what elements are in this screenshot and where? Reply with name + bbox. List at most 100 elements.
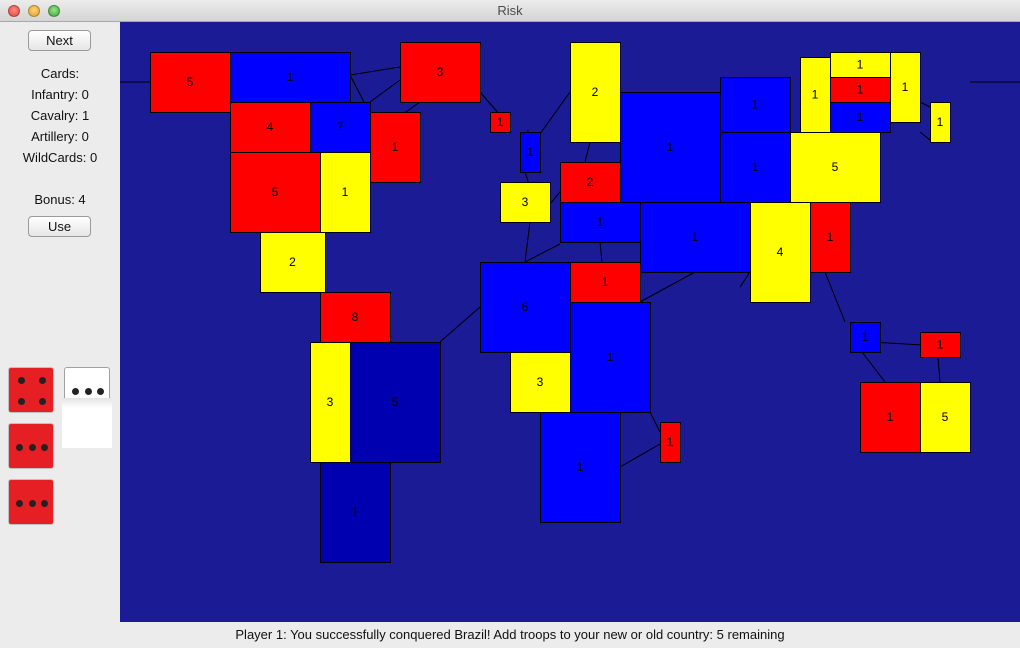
troop-count: 1 (857, 83, 864, 97)
connection-line (539, 91, 571, 135)
connection-line (479, 91, 501, 116)
troop-count: 4 (267, 120, 274, 134)
troop-count: 1 (497, 115, 504, 129)
troop-count: 1 (862, 330, 869, 344)
connection-line (439, 306, 481, 343)
troop-count: 3 (537, 375, 544, 389)
troop-count: 8 (352, 310, 359, 324)
territory-eastern-australia[interactable]: 5 (920, 382, 971, 453)
connection-line (639, 271, 696, 303)
troop-count: 1 (937, 338, 944, 352)
territory-great-britain[interactable]: 1 (520, 132, 541, 173)
cards-label: Cards: (40, 66, 80, 81)
die-pip (84, 387, 92, 395)
territory-alberta[interactable]: 4 (230, 102, 311, 153)
territory-greenland[interactable]: 3 (400, 42, 481, 103)
troop-count: 1 (607, 350, 614, 364)
connection-line (619, 443, 661, 468)
troop-count: 1 (352, 505, 359, 519)
troop-count: 1 (857, 110, 864, 124)
connection-line (349, 66, 401, 76)
troop-count: 1 (392, 140, 399, 154)
territory-scandinavia[interactable]: 2 (570, 42, 621, 143)
troop-count: 1 (342, 185, 349, 199)
territory-brazil[interactable]: 5 (350, 342, 441, 463)
troop-count: 1 (887, 410, 894, 424)
die-pip (17, 398, 25, 406)
connection-line (349, 74, 366, 105)
territory-china[interactable]: 4 (750, 202, 811, 303)
troop-count: 5 (272, 185, 279, 199)
troop-count: 5 (392, 395, 399, 409)
territory-madagascar[interactable]: 1 (660, 422, 681, 463)
troop-count: 7 (337, 120, 344, 134)
next-button[interactable]: Next (28, 30, 91, 51)
use-cards-button[interactable]: Use (28, 216, 91, 237)
territory-kamchatka-east[interactable]: 1 (930, 102, 951, 143)
territory-mongolia[interactable]: 5 (790, 132, 881, 203)
territory-yakutsk[interactable]: 1 (720, 77, 791, 133)
sidebar: Next Cards: Infantry: 0 Cavalry: 1 Artil… (0, 22, 120, 622)
territory-iceland[interactable]: 1 (490, 112, 511, 133)
territory-argentina[interactable]: 1 (320, 462, 391, 563)
territory-new-guinea[interactable]: 1 (920, 332, 961, 358)
territory-east-africa[interactable]: 1 (570, 302, 651, 413)
territory-eastern-us[interactable]: 1 (320, 152, 371, 233)
territory-northern-europe[interactable]: 2 (560, 162, 621, 203)
title-bar: Risk (0, 0, 1020, 22)
territory-south-africa[interactable]: 1 (540, 412, 621, 523)
die-pip (39, 376, 47, 384)
troop-count: 1 (692, 230, 699, 244)
territory-ontario[interactable]: 7 (310, 102, 371, 153)
territory-central-africa[interactable]: 3 (510, 352, 571, 413)
territory-northwest-territory[interactable]: 1 (230, 52, 351, 103)
empty-die-slot (62, 398, 112, 448)
territory-alaska[interactable]: 5 (150, 52, 231, 113)
territory-western-us[interactable]: 5 (230, 152, 321, 233)
troop-count: 2 (289, 255, 296, 269)
territory-indonesia[interactable]: 1 (850, 322, 881, 353)
window-title: Risk (497, 3, 523, 18)
troop-count: 5 (187, 75, 194, 89)
connection-line (649, 411, 661, 433)
territory-southern-europe[interactable]: 1 (560, 202, 641, 243)
territory-irkutsk[interactable]: 1 (720, 132, 791, 203)
territory-kamchatka-north[interactable]: 1 (830, 52, 891, 78)
troop-count: 3 (437, 65, 444, 79)
troop-count: 2 (592, 85, 599, 99)
troop-count: 5 (832, 160, 839, 174)
territory-kamchatka-west[interactable]: 1 (800, 57, 831, 133)
troop-count: 6 (522, 300, 529, 314)
territory-kamchatka[interactable]: 1 (890, 52, 921, 123)
troop-count: 3 (522, 195, 529, 209)
troop-count: 2 (587, 175, 594, 189)
territory-western-europe[interactable]: 3 (500, 182, 551, 223)
troop-count: 1 (597, 215, 604, 229)
territory-ural-siberia[interactable]: 1 (620, 92, 721, 203)
territory-egypt[interactable]: 1 (570, 262, 641, 303)
territory-middle-east[interactable]: 1 (640, 202, 751, 273)
die-pip (71, 387, 79, 395)
die-pip (28, 499, 36, 507)
territory-kamchatka-mid[interactable]: 1 (830, 77, 891, 103)
territory-kamchatka-south[interactable]: 1 (830, 102, 891, 133)
territory-central-america[interactable]: 2 (260, 232, 326, 293)
territory-western-australia[interactable]: 1 (860, 382, 921, 453)
territory-peru[interactable]: 3 (310, 342, 351, 463)
territory-india[interactable]: 1 (810, 202, 851, 273)
troop-count: 1 (752, 98, 759, 112)
world-map[interactable]: 5 1 3 4 7 1 5 1 2 8 3 5 1 1 1 2 3 2 1 6 1 3 1 1 1 1 1 1 1 1 1 1 1 1 1 5 4 1 1 1… (120, 22, 1020, 622)
attacker-die (8, 479, 54, 525)
territory-north-africa[interactable]: 6 (480, 262, 571, 353)
die-pip (15, 443, 23, 451)
connection-line (599, 241, 603, 263)
troop-count: 4 (777, 245, 784, 259)
troop-count: 1 (857, 58, 864, 72)
bonus-label: Bonus: 4 (34, 192, 86, 207)
troop-count: 1 (667, 140, 674, 154)
territory-venezuela[interactable]: 8 (320, 292, 391, 343)
die-pip (15, 499, 23, 507)
territory-quebec[interactable]: 1 (370, 112, 421, 183)
connection-line (937, 356, 941, 383)
artillery-count: Artillery: 0 (31, 129, 89, 144)
